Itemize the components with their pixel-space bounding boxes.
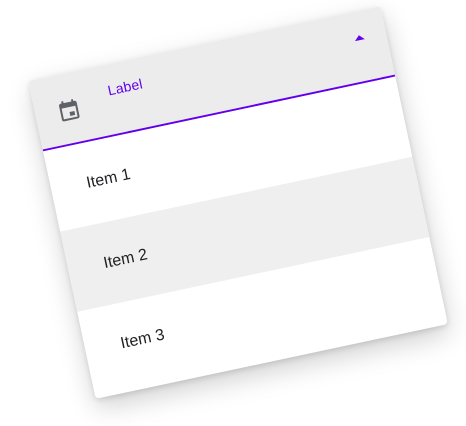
select-label: Label xyxy=(106,75,145,99)
calendar-icon xyxy=(59,99,80,122)
arrow-drop-up-icon[interactable] xyxy=(353,34,365,42)
select-menu-card: Label Item 1 Item 2 Item 3 xyxy=(28,6,448,399)
scene: Label Item 1 Item 2 Item 3 xyxy=(0,0,466,426)
